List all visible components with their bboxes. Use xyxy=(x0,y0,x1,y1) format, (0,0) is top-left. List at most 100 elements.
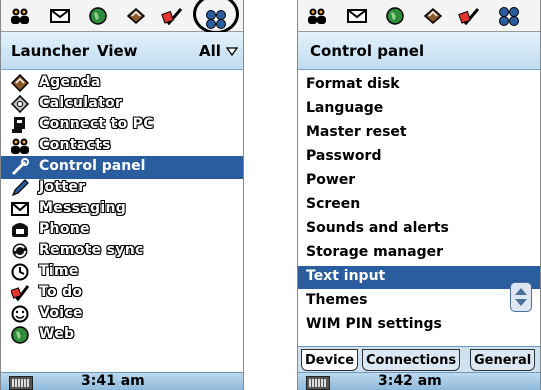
launcher-item-label: Calculator xyxy=(39,95,123,111)
setting-item-label: Language xyxy=(306,100,384,116)
setting-item[interactable]: Sounds and alerts xyxy=(298,218,540,241)
launcher-item[interactable]: Phone xyxy=(1,219,243,242)
launcher-item-label: Agenda xyxy=(39,74,101,90)
phone-icon xyxy=(11,221,29,239)
launcher-item[interactable]: Calculator xyxy=(1,93,243,116)
web-icon xyxy=(11,326,29,344)
setting-item-label: Screen xyxy=(306,196,361,212)
contacts-icon xyxy=(11,137,29,155)
scroll-down-icon[interactable] xyxy=(515,299,527,306)
launcher-menu[interactable]: Launcher xyxy=(11,42,89,60)
setting-item-label: Power xyxy=(306,172,356,188)
messaging-icon[interactable] xyxy=(49,6,71,26)
filter-label: All xyxy=(199,42,221,60)
launcher-item-label: To do xyxy=(39,284,83,300)
launcher-item-label: Messaging xyxy=(39,200,127,216)
launcher-item-label: Voice xyxy=(39,305,83,321)
launcher-titlebar: Launcher View All xyxy=(1,32,243,70)
launcher-item-label: Jotter xyxy=(39,179,86,195)
time-icon xyxy=(11,263,29,281)
view-menu[interactable]: View xyxy=(97,42,138,60)
clock: 3:41 am xyxy=(81,373,145,389)
page-title[interactable]: Control panel xyxy=(310,42,424,60)
tab-connections[interactable]: Connections xyxy=(362,349,461,371)
setting-item-label: Storage manager xyxy=(306,244,444,260)
tab-device[interactable]: Device xyxy=(301,349,359,371)
launcher-item-label: Phone xyxy=(39,221,90,237)
setting-item-label: Password xyxy=(306,148,382,164)
todo-icon[interactable] xyxy=(161,6,183,26)
tab-bar: Device Connections General xyxy=(298,346,540,372)
contacts-icon[interactable] xyxy=(9,6,31,26)
setting-item[interactable]: Power xyxy=(298,170,540,193)
launcher-item[interactable]: Messaging xyxy=(1,198,243,221)
launcher-item[interactable]: To do xyxy=(1,282,243,305)
connect-pc-icon xyxy=(11,116,29,134)
launcher-item[interactable]: Agenda xyxy=(1,72,243,95)
launcher-item-label: Control panel xyxy=(39,158,146,174)
control-panel-titlebar: Control panel xyxy=(298,32,540,70)
remote-sync-icon xyxy=(11,242,29,260)
launcher-item[interactable]: Jotter xyxy=(1,177,243,200)
launcher-screen: Launcher View All Agenda Calculator Connec… xyxy=(0,0,244,390)
agenda-icon xyxy=(10,73,30,93)
setting-item[interactable]: Password xyxy=(298,146,540,169)
launcher-item-label: Web xyxy=(39,326,75,342)
launcher-icon[interactable] xyxy=(205,9,227,29)
web-icon[interactable] xyxy=(384,6,406,26)
launcher-item-label: Time xyxy=(39,263,79,279)
calculator-icon xyxy=(10,94,30,114)
todo-icon[interactable] xyxy=(458,6,480,26)
chevron-down-icon xyxy=(225,47,239,57)
setting-item-label: Themes xyxy=(306,292,368,308)
scroll-up-icon[interactable] xyxy=(515,288,527,295)
setting-item-label: Sounds and alerts xyxy=(306,220,449,236)
agenda-icon[interactable] xyxy=(422,6,444,26)
setting-item-label: Format disk xyxy=(306,76,400,92)
status-bar: 3:41 am xyxy=(1,372,243,390)
setting-item-label: WIM PIN settings xyxy=(306,316,442,332)
setting-item[interactable]: Language xyxy=(298,98,540,121)
contacts-icon[interactable] xyxy=(306,6,328,26)
setting-item[interactable]: Screen xyxy=(298,194,540,217)
app-icon-bar xyxy=(298,0,540,32)
scroll-arrows[interactable] xyxy=(510,282,532,312)
voice-icon xyxy=(11,305,29,323)
tab-general[interactable]: General xyxy=(470,349,536,371)
messaging-icon xyxy=(11,200,29,218)
launcher-app-list: Agenda Calculator Connect to PC Contacts Con… xyxy=(1,70,243,346)
status-bar: 3:42 am xyxy=(298,372,540,390)
launcher-item[interactable]: Control panel xyxy=(1,156,243,179)
agenda-icon[interactable] xyxy=(125,6,147,26)
launcher-item[interactable]: Time xyxy=(1,261,243,284)
messaging-icon[interactable] xyxy=(346,6,368,26)
control-panel-screen: Control panel Format disk Language Master … xyxy=(297,0,541,390)
launcher-item[interactable]: Connect to PC xyxy=(1,114,243,137)
control-panel-icon xyxy=(11,158,29,176)
todo-icon xyxy=(10,284,30,302)
keyboard-icon[interactable] xyxy=(306,376,330,390)
app-icon-bar xyxy=(1,0,243,34)
launcher-item[interactable]: Remote sync xyxy=(1,240,243,263)
setting-item[interactable]: WIM PIN settings xyxy=(298,314,540,337)
launcher-item[interactable]: Web xyxy=(1,324,243,347)
keyboard-icon[interactable] xyxy=(9,376,33,390)
setting-item-label: Master reset xyxy=(306,124,407,140)
setting-item[interactable]: Text input xyxy=(298,266,540,289)
filter-menu[interactable]: All xyxy=(199,42,239,60)
setting-item[interactable]: Storage manager xyxy=(298,242,540,265)
launcher-item[interactable]: Voice xyxy=(1,303,243,326)
launcher-item-label: Contacts xyxy=(39,137,111,153)
launcher-item[interactable]: Contacts xyxy=(1,135,243,158)
launcher-icon[interactable] xyxy=(498,6,520,26)
setting-item-label: Text input xyxy=(306,268,386,284)
setting-item[interactable]: Master reset xyxy=(298,122,540,145)
web-icon[interactable] xyxy=(87,6,109,26)
jotter-icon xyxy=(11,179,29,197)
launcher-item-label: Connect to PC xyxy=(39,116,154,132)
setting-item[interactable]: Themes xyxy=(298,290,540,313)
launcher-item-label: Remote sync xyxy=(39,242,144,258)
control-panel-list: Format disk Language Master reset Password P… xyxy=(298,70,540,346)
clock: 3:42 am xyxy=(378,373,442,389)
setting-item[interactable]: Format disk xyxy=(298,74,540,97)
